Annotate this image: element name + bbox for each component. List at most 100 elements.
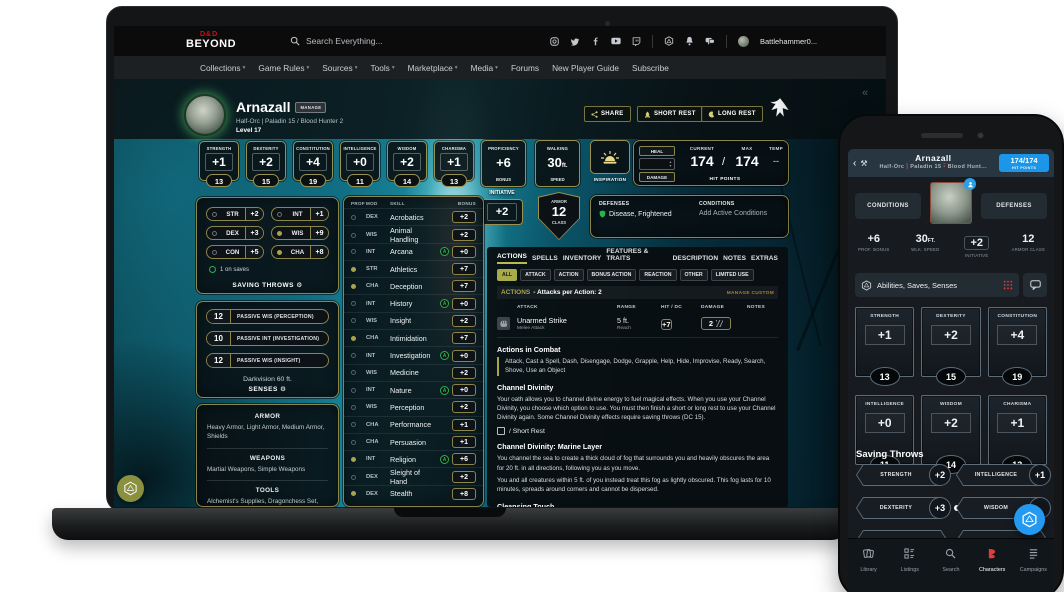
nav-subscribe[interactable]: Subscribe	[632, 63, 669, 73]
save-dex[interactable]: DEX+3	[206, 226, 264, 240]
nav-game-rules[interactable]: Game Rules▾	[258, 63, 309, 73]
tab-extras[interactable]: EXTRAS	[751, 255, 778, 264]
defenses-button[interactable]: DEFENSES	[981, 193, 1047, 219]
skill-row[interactable]: CHAIntimidation+7	[344, 329, 483, 346]
twitch-icon[interactable]	[632, 37, 641, 46]
nav-campaigns[interactable]: Campaigns	[1014, 546, 1052, 592]
dndbeyond-logo[interactable]: D&D BEYOND	[186, 31, 236, 50]
ability-intelligence[interactable]: INTELLIGENCE+011	[340, 141, 380, 181]
collapse-sidebar-icon[interactable]: «	[862, 87, 868, 99]
use-checkbox[interactable]	[497, 427, 505, 435]
phone-dice-roller-button[interactable]	[1014, 504, 1045, 535]
ability-wisdom[interactable]: WISDOM+214	[387, 141, 427, 181]
ability-wisdom[interactable]: WISDOM+214	[921, 395, 980, 465]
short-rest-button[interactable]: SHORT REST	[637, 106, 703, 122]
add-conditions-link[interactable]: Add Active Conditions	[699, 210, 767, 217]
skill-row[interactable]: CHAPersuasion+1	[344, 433, 483, 450]
gear-icon[interactable]: ⚙	[296, 282, 302, 289]
facebook-icon[interactable]	[591, 37, 600, 46]
manage-button[interactable]: MANAGE	[295, 102, 326, 113]
filter-attack[interactable]: ATTACK	[520, 269, 551, 281]
armor-class-shield[interactable]: ARMOR 12 CLASS	[538, 192, 580, 240]
dice-icon[interactable]	[664, 36, 674, 46]
hp-stepper[interactable]: ▲▼	[639, 158, 675, 170]
save-cha[interactable]: CHA+8	[271, 245, 329, 259]
initiative-box[interactable]: +2	[481, 199, 523, 225]
hit-bonus[interactable]: +7	[661, 319, 672, 330]
filter-bonus-action[interactable]: BONUS ACTION	[587, 269, 637, 281]
skill-row[interactable]: DEXSleight of Hand+2	[344, 467, 483, 484]
chat-icon[interactable]	[705, 37, 715, 46]
ability-strength[interactable]: STRENGTH+113	[855, 307, 914, 377]
defenses-value[interactable]: Disease, Frightened	[599, 210, 687, 218]
save-con[interactable]: CON+5	[206, 245, 264, 259]
skill-row[interactable]: INTInvestigationA+0	[344, 346, 483, 363]
inspiration-box[interactable]: INSPIRATION	[588, 140, 632, 182]
save-dexterity[interactable]: DEXTERITY+3	[856, 497, 948, 519]
save-strength[interactable]: STRENGTH+2	[856, 464, 948, 486]
ability-charisma[interactable]: CHARISMA+113	[434, 141, 474, 181]
search-input[interactable]: Search Everything...	[290, 26, 383, 56]
gear-icon[interactable]: ⚙	[280, 386, 286, 393]
character-portrait[interactable]	[184, 94, 226, 136]
hp-temp[interactable]: --	[766, 156, 786, 166]
tab-description[interactable]: DESCRIPTION	[673, 255, 719, 264]
tab-notes[interactable]: NOTES	[723, 255, 746, 264]
skill-row[interactable]: INTNatureA+0	[344, 381, 483, 398]
twitter-icon[interactable]	[570, 37, 580, 46]
nav-collections[interactable]: Collections▾	[200, 63, 245, 73]
save-int[interactable]: INT+1	[271, 207, 329, 221]
proficiency-bonus-box[interactable]: PROFICIENCY +6 BONUS	[481, 140, 526, 187]
grid-icon[interactable]	[1003, 280, 1013, 290]
filter-action[interactable]: ACTION	[554, 269, 584, 281]
long-rest-button[interactable]: LONG REST	[701, 106, 763, 122]
nav-listings[interactable]: Listings	[891, 546, 929, 592]
tab-spells[interactable]: SPELLS	[532, 255, 558, 264]
conditions-button[interactable]: CONDITIONS	[855, 193, 921, 219]
tab-inventory[interactable]: INVENTORY	[563, 255, 601, 264]
instagram-icon[interactable]	[550, 37, 559, 46]
ability-constitution[interactable]: CONSTITUTION+419	[293, 141, 333, 181]
skill-row[interactable]: WISInsight+2	[344, 312, 483, 329]
filter-reaction[interactable]: REACTION	[639, 269, 676, 281]
skill-row[interactable]: CHADeception+7	[344, 277, 483, 294]
attack-row[interactable]: Unarmed StrikeMelee Attack 5 ft.Reach +7…	[497, 314, 778, 338]
nav-new-player-guide[interactable]: New Player Guide	[552, 63, 619, 73]
skill-row[interactable]: WISPerception+2	[344, 398, 483, 415]
skill-row[interactable]: DEXAcrobatics+2	[344, 208, 483, 225]
ability-dexterity[interactable]: DEXTERITY+215	[921, 307, 980, 377]
skill-row[interactable]: CHAPerformance+1	[344, 416, 483, 433]
damage-value[interactable]: 2	[701, 317, 731, 330]
nav-sources[interactable]: Sources▾	[322, 63, 357, 73]
save-str[interactable]: STR+2	[206, 207, 264, 221]
heal-button[interactable]: HEAL	[639, 146, 675, 156]
skill-row[interactable]: INTArcanaA+0	[344, 243, 483, 260]
abilities-section-bar[interactable]: Abilities, Saves, Senses	[855, 273, 1019, 297]
skill-row[interactable]: INTReligionA+6	[344, 450, 483, 467]
ability-constitution[interactable]: CONSTITUTION+419	[988, 307, 1047, 377]
skill-row[interactable]: STRAthletics+7	[344, 260, 483, 277]
initiative-stat[interactable]: +2INITIATIVE	[951, 233, 1003, 258]
skill-row[interactable]: WISMedicine+2	[344, 364, 483, 381]
user-avatar[interactable]	[738, 36, 749, 47]
ability-strength[interactable]: STRENGTH+113	[199, 141, 239, 181]
nav-forums[interactable]: Forums	[511, 63, 539, 73]
youtube-icon[interactable]	[611, 37, 621, 45]
filter-other[interactable]: OTHER	[680, 269, 708, 281]
chat-button[interactable]	[1023, 273, 1047, 297]
manage-custom-link[interactable]: MANAGE CUSTOM	[727, 291, 774, 296]
dice-roller-button[interactable]	[117, 475, 144, 502]
skill-row[interactable]: WISAnimal Handling+2	[344, 225, 483, 242]
tab-actions[interactable]: ACTIONS	[497, 253, 527, 264]
nav-characters[interactable]: Characters	[973, 546, 1011, 592]
ability-dexterity[interactable]: DEXTERITY+215	[246, 141, 286, 181]
phone-avatar[interactable]	[930, 182, 972, 224]
hp-badge[interactable]: 174/174 HIT POINTS	[999, 154, 1049, 172]
walking-speed-box[interactable]: WALKING 30ft. SPEED	[535, 140, 580, 187]
back-icon[interactable]: ‹	[853, 158, 856, 169]
username[interactable]: Battlehammer0...	[760, 37, 817, 46]
nav-marketplace[interactable]: Marketplace▾	[408, 63, 458, 73]
nav-tools[interactable]: Tools▾	[370, 63, 394, 73]
filter-all[interactable]: ALL	[497, 269, 517, 281]
skill-row[interactable]: INTHistoryA+0	[344, 294, 483, 311]
